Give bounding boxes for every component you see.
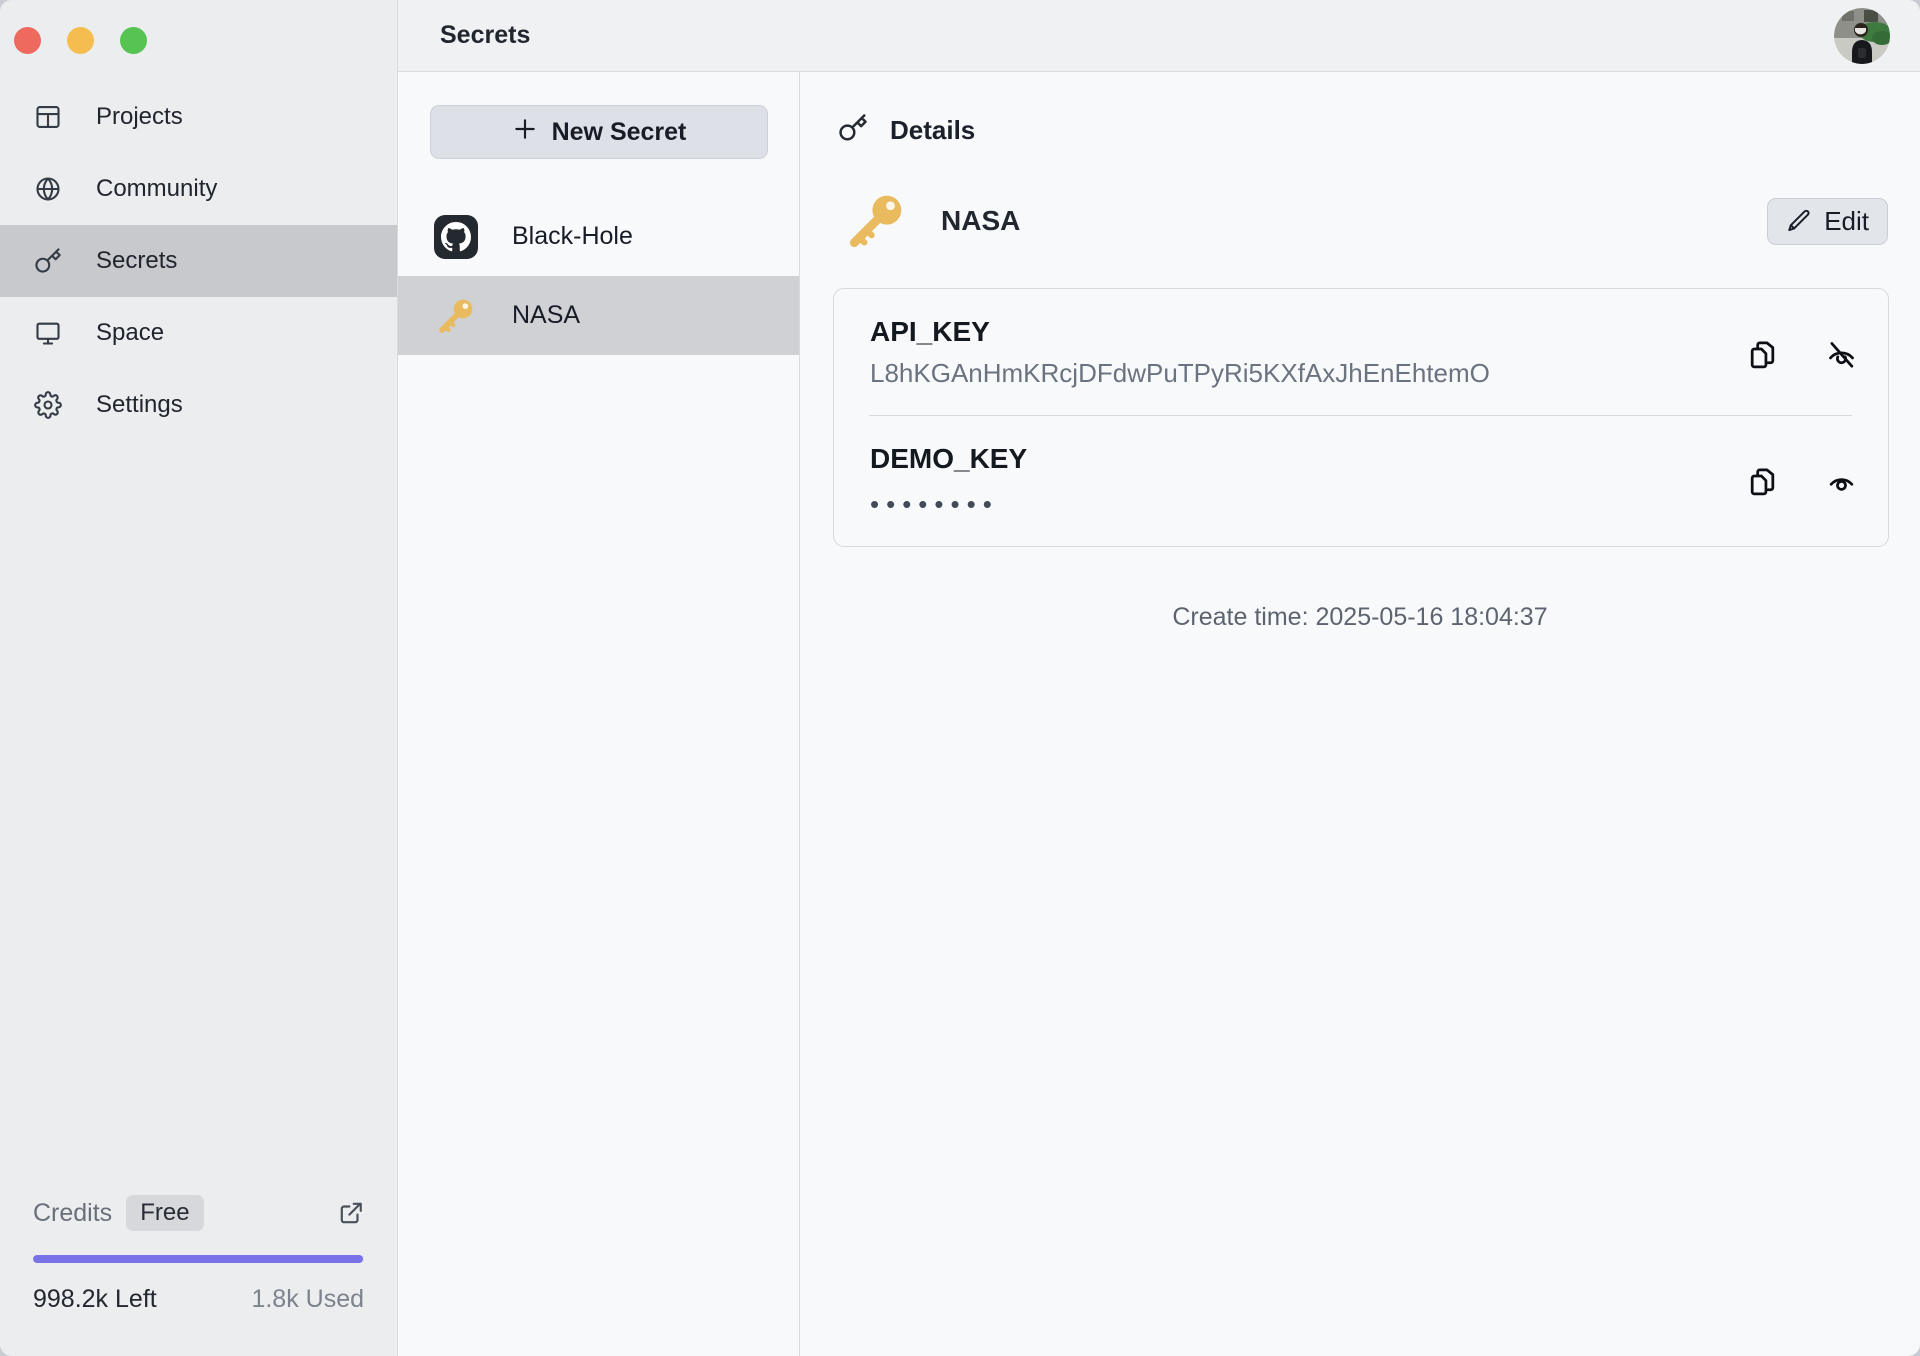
details-header: Details xyxy=(800,113,1920,148)
secret-item-label: Black-Hole xyxy=(512,222,633,251)
maximize-window-button[interactable] xyxy=(120,27,147,54)
credits-progress-fill xyxy=(33,1255,363,1263)
field-row-demo-key: DEMO_KEY •••••••• xyxy=(834,416,1888,546)
details-panel: Details NASA Edit xyxy=(800,72,1920,1356)
sidebar-item-label: Community xyxy=(96,175,217,203)
external-link-icon[interactable] xyxy=(338,1200,364,1226)
minimize-window-button[interactable] xyxy=(67,27,94,54)
sidebar-nav: Projects Community Secrets Space xyxy=(0,81,397,441)
secret-head: NASA Edit xyxy=(800,190,1920,252)
page-title: Secrets xyxy=(440,21,530,50)
sidebar-item-label: Space xyxy=(96,319,164,347)
gold-key-icon xyxy=(434,294,478,338)
sidebar-item-label: Projects xyxy=(96,103,183,131)
sidebar-item-label: Settings xyxy=(96,391,183,419)
sidebar-item-space[interactable]: Space xyxy=(0,297,397,369)
main-area: Secrets xyxy=(398,0,1920,1356)
credits-panel: Credits Free 998.2k Left 1.8k Used xyxy=(0,1195,397,1356)
credits-left-text: 998.2k Left xyxy=(33,1285,157,1314)
sidebar-item-label: Secrets xyxy=(96,247,177,275)
sidebar-item-projects[interactable]: Projects xyxy=(0,81,397,153)
plan-badge: Free xyxy=(126,1195,203,1231)
new-secret-button[interactable]: New Secret xyxy=(430,105,768,159)
field-value: L8hKGAnHmKRcjDFdwPuTPyRi5KXfAxJhEnEhtemO xyxy=(870,358,1490,389)
copy-icon[interactable] xyxy=(1746,465,1779,498)
eye-icon[interactable] xyxy=(1825,465,1858,498)
github-icon xyxy=(434,215,478,259)
app-window: Projects Community Secrets Space xyxy=(0,0,1920,1356)
sidebar-item-community[interactable]: Community xyxy=(0,153,397,225)
copy-icon[interactable] xyxy=(1746,338,1779,371)
projects-grid-icon xyxy=(34,103,62,131)
secret-item-nasa[interactable]: NASA xyxy=(398,276,799,355)
secret-item-black-hole[interactable]: Black-Hole xyxy=(398,197,799,276)
new-secret-label: New Secret xyxy=(552,118,687,147)
key-icon xyxy=(34,247,62,275)
key-outline-icon xyxy=(838,113,868,148)
credits-used-text: 1.8k Used xyxy=(251,1285,364,1314)
sidebar: Projects Community Secrets Space xyxy=(0,0,398,1356)
secret-item-label: NASA xyxy=(512,301,580,330)
credits-progress-bar xyxy=(33,1255,364,1263)
globe-icon xyxy=(34,175,62,203)
user-avatar[interactable] xyxy=(1834,8,1890,64)
gold-key-icon-large xyxy=(845,190,907,252)
monitor-icon xyxy=(34,319,62,347)
titlebar: Secrets xyxy=(398,0,1920,72)
edit-button[interactable]: Edit xyxy=(1767,198,1888,245)
credits-label: Credits xyxy=(33,1199,112,1228)
sidebar-item-secrets[interactable]: Secrets xyxy=(0,225,397,297)
create-time-text: Create time: 2025-05-16 18:04:37 xyxy=(800,603,1920,632)
gear-icon xyxy=(34,391,62,419)
content: New Secret Black-Hole xyxy=(398,72,1920,1356)
pencil-icon xyxy=(1786,208,1812,234)
close-window-button[interactable] xyxy=(14,27,41,54)
edit-button-label: Edit xyxy=(1824,206,1869,237)
field-value-masked: •••••••• xyxy=(870,489,1027,520)
secret-fields-card: API_KEY L8hKGAnHmKRcjDFdwPuTPyRi5KXfAxJh… xyxy=(833,288,1889,547)
field-name: DEMO_KEY xyxy=(870,443,1027,475)
window-controls xyxy=(0,0,397,54)
secret-name: NASA xyxy=(941,205,1020,237)
field-row-api-key: API_KEY L8hKGAnHmKRcjDFdwPuTPyRi5KXfAxJh… xyxy=(834,289,1888,415)
secrets-list-panel: New Secret Black-Hole xyxy=(398,72,800,1356)
field-name: API_KEY xyxy=(870,316,1490,348)
sidebar-item-settings[interactable]: Settings xyxy=(0,369,397,441)
details-title: Details xyxy=(890,115,975,146)
plus-icon xyxy=(512,116,538,149)
eye-off-icon[interactable] xyxy=(1825,338,1858,371)
secret-list: Black-Hole NASA xyxy=(398,197,799,355)
